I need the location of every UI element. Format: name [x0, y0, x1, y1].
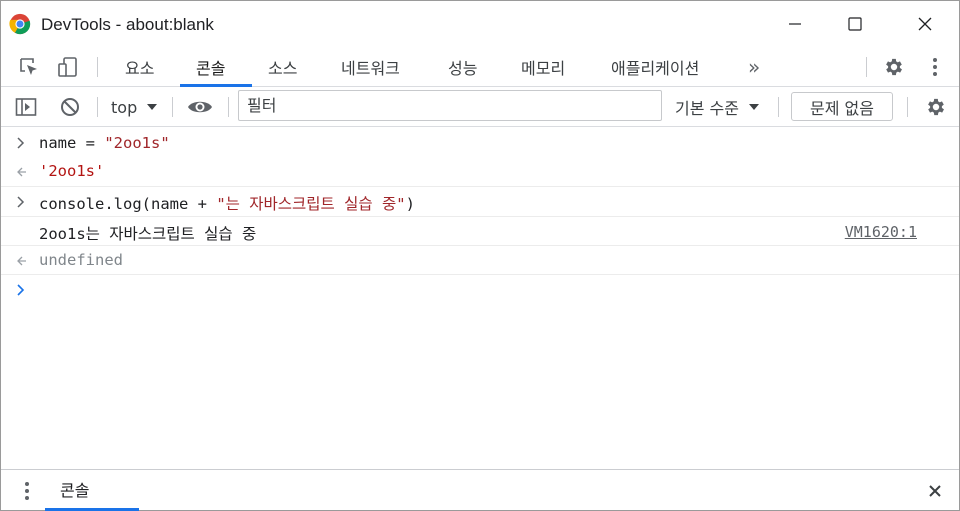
result-value: undefined [39, 251, 123, 269]
customize-menu-button[interactable] [923, 47, 947, 87]
command-code: ) [405, 195, 415, 213]
tab-memory[interactable]: 메모리 [521, 47, 565, 87]
drawer-tab-console[interactable]: 콘솔 [45, 470, 139, 511]
console-prompt-row[interactable] [1, 275, 959, 305]
toolbar-divider [97, 97, 98, 117]
block-icon [61, 98, 79, 116]
log-levels-label: 기본 수준 [675, 99, 739, 118]
drawer-menu-button[interactable] [17, 470, 37, 511]
source-link[interactable]: VM1620:1 [845, 223, 917, 241]
more-vert-icon [25, 481, 29, 500]
command-code: console.log(name + [39, 195, 217, 213]
tab-console[interactable]: 콘솔 [196, 47, 225, 87]
gear-icon [886, 58, 902, 76]
more-vert-icon [933, 58, 937, 76]
clear-console-button[interactable] [57, 87, 83, 127]
toolbar-divider [228, 97, 229, 117]
console-input-row: name = "2oo1s" [1, 128, 959, 157]
command-code: name = [39, 134, 105, 152]
more-tabs-button[interactable]: » [748, 47, 760, 87]
string-literal: "는 자바스크립트 실습 중" [216, 195, 406, 213]
filter-input[interactable] [238, 90, 662, 121]
devtools-window: DevTools - about:blank 요소 콘솔 소스 네트워크 성능 … [0, 0, 960, 511]
chrome-logo-icon [9, 13, 31, 35]
show-sidebar-button[interactable] [13, 87, 39, 127]
minimize-icon [789, 23, 801, 25]
tab-performance[interactable]: 성능 [448, 47, 477, 87]
prompt-chevron-icon [17, 284, 25, 296]
device-toolbar-button[interactable] [55, 47, 81, 87]
console-result-row: undefined [1, 246, 959, 275]
return-arrow-icon [17, 256, 26, 266]
minimize-button[interactable] [765, 1, 825, 47]
toolbar-divider [866, 57, 867, 77]
inspect-element-button[interactable] [15, 47, 43, 87]
toolbar-divider [778, 97, 779, 117]
chevron-right-icon [17, 196, 25, 208]
tab-application[interactable]: 애플리케이션 [611, 47, 699, 87]
log-message: 2oo1s는 자바스크립트 실습 중 [39, 225, 257, 243]
live-expression-button[interactable] [185, 87, 215, 127]
tab-sources[interactable]: 소스 [268, 47, 297, 87]
panel-tab-bar: 요소 콘솔 소스 네트워크 성능 메모리 애플리케이션 » [1, 47, 959, 87]
toolbar-divider [907, 97, 908, 117]
sidebar-toggle-icon [15, 98, 37, 116]
console-output: name = "2oo1s" '2oo1s' console.log(name … [1, 128, 959, 469]
tab-elements[interactable]: 요소 [125, 47, 154, 87]
drawer-bar: 콘솔 [1, 469, 959, 511]
dropdown-arrow-icon [748, 104, 759, 110]
console-result-row: '2oo1s' [1, 157, 959, 187]
maximize-button[interactable] [825, 1, 885, 47]
chevron-right-icon [17, 137, 25, 149]
result-value: '2oo1s' [39, 162, 105, 180]
settings-button[interactable] [879, 47, 909, 87]
console-settings-button[interactable] [921, 87, 951, 127]
context-selector[interactable]: top [111, 95, 159, 119]
toolbar-divider [97, 57, 98, 77]
tab-network[interactable]: 네트워크 [341, 47, 400, 87]
maximize-icon [848, 17, 862, 31]
issues-button[interactable]: 문제 없음 [791, 92, 893, 121]
dropdown-arrow-icon [147, 104, 158, 110]
close-drawer-button[interactable] [923, 470, 947, 511]
console-input-row: console.log(name + "는 자바스크립트 실습 중") [1, 187, 959, 217]
inspect-cursor-icon [20, 58, 37, 75]
string-literal: "2oo1s" [104, 134, 170, 152]
close-icon [929, 484, 941, 497]
console-command: name = "2oo1s" [39, 134, 170, 152]
return-arrow-icon [17, 167, 26, 177]
gear-icon [928, 98, 944, 116]
close-icon [918, 17, 932, 31]
close-window-button[interactable] [895, 1, 955, 47]
title-bar: DevTools - about:blank [1, 1, 959, 47]
device-icon [58, 57, 77, 77]
log-levels-dropdown[interactable]: 기본 수준 [675, 87, 761, 127]
eye-icon [188, 101, 212, 113]
window-title: DevTools - about:blank [41, 15, 214, 34]
context-label: top [111, 97, 138, 117]
console-command: console.log(name + "는 자바스크립트 실습 중") [39, 192, 415, 214]
console-log-row: 2oo1s는 자바스크립트 실습 중 VM1620:1 [1, 217, 959, 246]
toolbar-divider [172, 97, 173, 117]
